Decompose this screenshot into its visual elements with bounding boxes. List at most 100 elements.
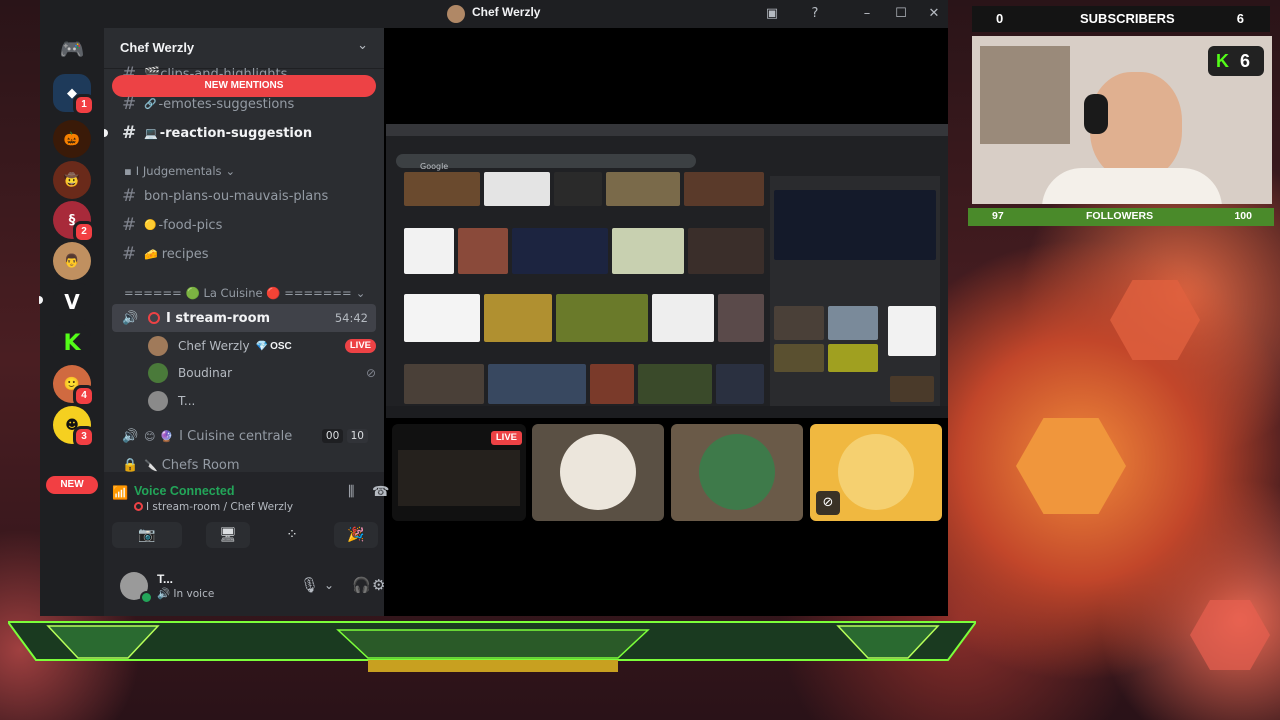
avatar [148,391,168,411]
headphones-icon[interactable]: 🎧 [352,576,371,594]
close-button[interactable]: ✕ [924,5,944,23]
webcam-background [980,46,1070,144]
voice-connected-panel: 📶 Voice Connected I stream-room / Chef W… [104,472,389,557]
muted-icon: ⊘ [816,491,840,515]
image-result [404,228,454,274]
user-panel: T... 🔊 In voice 🎙 ⌄ 🎧 ⚙ [104,556,385,616]
image-result [718,294,764,342]
soundboard-button[interactable]: 🎉 [334,522,378,548]
activities-button[interactable]: ⁘ [270,522,314,548]
participant-tile[interactable] [671,424,803,521]
voice-user-t[interactable]: T... [148,388,195,414]
server-icon[interactable]: § 2 [53,201,95,243]
chevron-down-icon: ⌄ [355,286,366,300]
channel-food-pics[interactable]: # 🟡 -food-pics [112,211,376,239]
avatar [148,336,168,356]
kick-count: 6 [1240,51,1251,71]
stream-indicator-icon [134,502,143,511]
noise-suppression-icon[interactable]: ⫼ [348,484,354,500]
stream-screen-share[interactable]: Google [386,124,948,418]
notification-badge: 3 [73,426,95,448]
channel-name: -food-pics [158,217,223,233]
webcam-feed: K 6 [972,36,1272,204]
inbox-icon[interactable]: ▣ [762,5,782,23]
bokeh-hexagon [1190,600,1270,670]
participant-tile[interactable] [532,424,664,521]
stream-preview-tile[interactable]: LIVE [392,424,526,521]
voice-location[interactable]: I stream-room / Chef Werzly [134,501,293,513]
avatar [560,434,636,510]
voice-channel-stream-room[interactable]: 🔊 I stream-room 54:42 [112,304,376,332]
microphone-icon[interactable]: 🎙 [300,576,319,594]
image-result [684,172,764,206]
image-result [828,306,878,340]
search-brand: Google [420,162,449,171]
image-result [554,172,602,206]
image-result [888,306,936,356]
window-title: Chef Werzly [472,5,541,19]
preview-image [774,190,936,260]
category-cuisine[interactable]: ====== 🟢 La Cuisine 🔴 ======= ⌄ [124,286,365,300]
participant-tile[interactable]: ⊘ [810,424,942,521]
emoji-icon: 😊 [144,429,156,443]
image-preview-panel [770,176,940,410]
emoji-icon: 🔪 [144,458,158,472]
image-result [484,294,552,342]
voice-user-chef-werzly[interactable]: Chef Werzly 💎 OSC LIVE [148,333,376,359]
user-status: 🔊 In voice [157,587,214,600]
followers-left-value: 97 [992,210,1004,222]
subscribers-label: SUBSCRIBERS [1080,11,1175,26]
chevron-down-icon[interactable]: ⌄ [324,578,334,592]
disconnect-icon[interactable]: ☎ [372,484,389,500]
channel-name: recipes [161,246,209,262]
channel-bon-plans[interactable]: # bon-plans-ou-mauvais-plans [112,182,376,210]
stream-timer: 54:42 [334,311,368,325]
voice-user-boudinar[interactable]: Boudinar ⊘ [148,360,376,386]
image-result [404,364,484,404]
channel-emotes-suggestions[interactable]: # 🔗 -emotes-suggestions [112,90,376,118]
browser-search-bar: Google [396,154,696,171]
title-bar: Chef Werzly ▣ ? – ☐ ✕ [40,0,948,28]
avatar [838,434,914,510]
user-name: T... [178,394,196,408]
channel-reaction-suggestion[interactable]: # 💻 -reaction-suggestion [112,119,376,147]
image-result [774,344,824,372]
image-result [890,376,934,402]
settings-gear-icon[interactable]: ⚙ [372,576,385,594]
maximize-button[interactable]: ☐ [891,5,911,23]
gem-icon: 💎 [255,340,269,352]
image-result [458,228,508,274]
server-header[interactable]: Chef Werzly ⌄ [104,28,384,69]
help-icon[interactable]: ? [805,5,825,23]
discord-home-icon[interactable]: 🎮 [53,30,91,68]
voice-channel-cuisine-centrale[interactable]: 🔊 😊 🔮 I Cuisine centrale 00 10 [112,422,376,450]
user-count: 00 10 [321,429,368,443]
live-badge: LIVE [344,339,376,353]
minimize-button[interactable]: – [857,5,877,23]
channel-name: I Cuisine centrale [179,428,293,444]
server-icon[interactable]: 🎃 [53,120,91,158]
server-icon[interactable]: 👨 [53,242,91,280]
camera-button[interactable]: 📷 [112,522,182,548]
user-name: Boudinar [178,366,233,380]
followers-bar: 97 FOLLOWERS 100 [968,208,1274,226]
user-name[interactable]: T... [157,572,173,586]
image-result [512,228,608,274]
image-result [774,306,824,340]
avatar [699,434,775,510]
server-icon[interactable]: ◆ 1 [53,74,95,116]
voice-status[interactable]: Voice Connected [134,484,234,498]
server-icon[interactable]: 🤠 [53,161,91,199]
server-icon[interactable]: V [53,283,91,321]
category-judgements[interactable]: ▪ I Judgementals ⌄ [116,164,235,178]
emoji-icon: 🔮 [159,429,174,443]
category-label: ====== 🟢 La Cuisine 🔴 ======= [124,286,352,300]
channel-recipes[interactable]: # 🧀 recipes [112,240,376,268]
new-unreads-pill[interactable]: NEW [46,476,98,494]
server-icon[interactable]: 🙂 4 [53,365,95,407]
screen-share-button[interactable]: 🖥 [206,522,250,548]
channel-name: -reaction-suggestion [159,125,313,141]
server-icon[interactable]: ☻ 3 [53,406,95,448]
image-result [716,364,764,404]
kick-server-icon[interactable]: K [53,324,91,362]
